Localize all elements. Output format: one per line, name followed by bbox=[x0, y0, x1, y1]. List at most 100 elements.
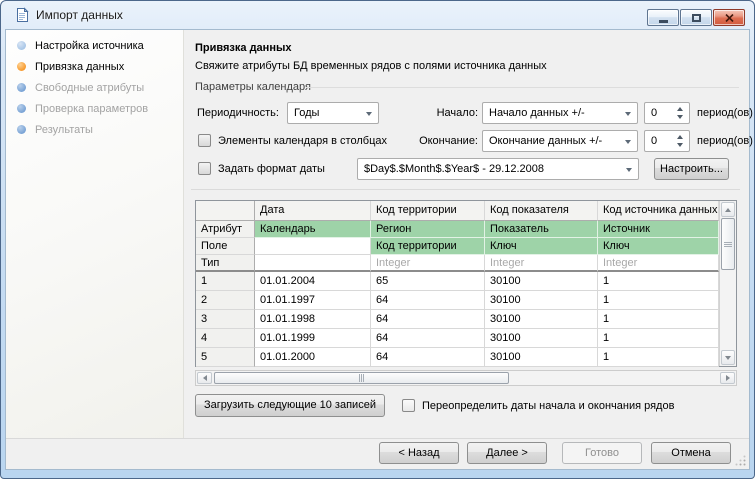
data-cell: 30100 bbox=[485, 310, 598, 329]
column-header-source[interactable]: Код источника данных bbox=[598, 201, 719, 221]
attribute-cell[interactable]: Регион bbox=[371, 221, 485, 238]
vertical-scroll-thumb[interactable] bbox=[721, 218, 735, 270]
minimize-button[interactable] bbox=[647, 9, 679, 26]
cancel-button[interactable]: Отмена bbox=[651, 442, 731, 464]
end-mode-select[interactable]: Окончание данных +/- bbox=[482, 130, 638, 152]
maximize-button[interactable] bbox=[680, 9, 712, 26]
calendar-in-columns-checkbox[interactable] bbox=[198, 134, 211, 147]
attribute-cell[interactable]: Календарь bbox=[255, 221, 371, 238]
scroll-right-icon bbox=[725, 375, 730, 381]
data-cell: 64 bbox=[371, 329, 485, 348]
close-icon bbox=[724, 13, 734, 22]
window-controls bbox=[646, 9, 745, 26]
scroll-left-button[interactable] bbox=[197, 372, 212, 384]
dialog-client-area: Настройка источника Привязка данных Своб… bbox=[5, 29, 753, 470]
mapping-table: Дата Код территории Код показателя Код и… bbox=[195, 200, 737, 367]
step-label: Настройка источника bbox=[35, 39, 144, 52]
step-free-attributes[interactable]: Свободные атрибуты bbox=[6, 77, 183, 98]
titlebar[interactable]: Импорт данных bbox=[1, 1, 754, 29]
section-divider bbox=[191, 189, 740, 190]
vertical-scrollbar[interactable] bbox=[719, 201, 736, 366]
table-row: 2 01.01.1997 64 30100 1 bbox=[196, 291, 736, 310]
horizontal-scroll-thumb[interactable] bbox=[214, 372, 509, 384]
step-data-binding[interactable]: Привязка данных bbox=[6, 56, 183, 77]
attribute-cell[interactable]: Показатель bbox=[485, 221, 598, 238]
date-format-select[interactable]: $Day$.$Month$.$Year$ - 29.12.2008 bbox=[357, 158, 639, 180]
column-header-indicator[interactable]: Код показателя bbox=[485, 201, 598, 221]
spin-down-icon[interactable] bbox=[677, 115, 683, 119]
type-cell: Integer bbox=[598, 255, 719, 272]
override-dates-checkbox[interactable] bbox=[402, 399, 415, 412]
stepper-buttons[interactable] bbox=[674, 105, 686, 121]
data-cell: 1 bbox=[598, 272, 719, 291]
chevron-down-icon bbox=[625, 140, 631, 144]
step-label: Результаты bbox=[35, 123, 93, 136]
start-mode-select[interactable]: Начало данных +/- bbox=[482, 102, 638, 124]
data-cell: 01.01.2004 bbox=[255, 272, 371, 291]
spin-up-icon[interactable] bbox=[677, 107, 683, 111]
column-header-date[interactable]: Дата bbox=[255, 201, 371, 221]
row-number: 4 bbox=[196, 329, 255, 348]
field-cell[interactable]: Код территории bbox=[371, 238, 485, 255]
override-dates-label: Переопределить даты начала и окончания р… bbox=[422, 400, 675, 412]
wizard-footer: < Назад Далее > Готово Отмена bbox=[6, 438, 749, 469]
next-button[interactable]: Далее > bbox=[467, 442, 547, 464]
type-row: Тип Integer Integer Integer bbox=[196, 255, 736, 272]
field-cell[interactable] bbox=[255, 238, 371, 255]
back-button[interactable]: < Назад bbox=[379, 442, 459, 464]
row-number: 1 bbox=[196, 272, 255, 291]
data-cell: 1 bbox=[598, 348, 719, 367]
field-row: Поле Код территории Ключ Ключ bbox=[196, 238, 736, 255]
end-label: Окончание: bbox=[419, 135, 478, 147]
scroll-down-button[interactable] bbox=[721, 350, 735, 365]
date-format-value: $Day$.$Month$.$Year$ - 29.12.2008 bbox=[364, 163, 545, 175]
table-row: 5 01.01.2000 64 30100 1 bbox=[196, 348, 736, 367]
scroll-right-button[interactable] bbox=[720, 372, 735, 384]
date-format-checkbox[interactable] bbox=[198, 162, 211, 175]
finish-button: Готово bbox=[562, 442, 642, 464]
row-number: 5 bbox=[196, 348, 255, 367]
type-cell: Integer bbox=[371, 255, 485, 272]
window-title: Импорт данных bbox=[36, 8, 123, 22]
close-button[interactable] bbox=[713, 9, 745, 26]
periodicity-select[interactable]: Годы bbox=[287, 102, 379, 124]
step-parameter-check[interactable]: Проверка параметров bbox=[6, 98, 183, 119]
type-cell: Integer bbox=[485, 255, 598, 272]
start-label: Начало: bbox=[436, 107, 478, 119]
scroll-up-button[interactable] bbox=[721, 202, 735, 217]
data-cell: 1 bbox=[598, 310, 719, 329]
spin-down-icon[interactable] bbox=[677, 143, 683, 147]
table-row: 4 01.01.1999 64 30100 1 bbox=[196, 329, 736, 348]
load-next-records-button[interactable]: Загрузить следующие 10 записей bbox=[195, 394, 385, 417]
horizontal-scrollbar[interactable] bbox=[195, 370, 737, 386]
thumb-grip bbox=[724, 241, 732, 247]
step-pending-icon bbox=[17, 125, 26, 134]
row-header: Атрибут bbox=[196, 221, 255, 238]
column-header-territory[interactable]: Код территории bbox=[371, 201, 485, 221]
step-label: Привязка данных bbox=[35, 60, 125, 73]
field-cell[interactable]: Ключ bbox=[598, 238, 719, 255]
configure-button[interactable]: Настроить... bbox=[654, 158, 729, 180]
step-label: Проверка параметров bbox=[35, 102, 149, 115]
start-offset-stepper[interactable]: 0 bbox=[644, 102, 690, 124]
stepper-buttons[interactable] bbox=[674, 133, 686, 149]
attribute-row: Атрибут Календарь Регион Показатель Исто… bbox=[196, 221, 736, 238]
scroll-up-icon bbox=[725, 207, 731, 212]
attribute-cell[interactable]: Источник bbox=[598, 221, 719, 238]
resize-grip-icon[interactable] bbox=[735, 455, 747, 467]
end-offset-stepper[interactable]: 0 bbox=[644, 130, 690, 152]
spin-up-icon[interactable] bbox=[677, 135, 683, 139]
data-cell: 64 bbox=[371, 310, 485, 329]
row-number: 3 bbox=[196, 310, 255, 329]
calendar-in-columns-label: Элементы календаря в столбцах bbox=[218, 135, 387, 147]
field-cell[interactable]: Ключ bbox=[485, 238, 598, 255]
end-offset-value: 0 bbox=[651, 135, 658, 147]
step-source-setup[interactable]: Настройка источника bbox=[6, 35, 183, 56]
data-cell: 01.01.2000 bbox=[255, 348, 371, 367]
row-header: Тип bbox=[196, 255, 255, 272]
table-header-row: Дата Код территории Код показателя Код и… bbox=[196, 201, 736, 221]
periodicity-label: Периодичность: bbox=[197, 107, 279, 119]
data-cell: 64 bbox=[371, 291, 485, 310]
step-results[interactable]: Результаты bbox=[6, 119, 183, 140]
corner-cell bbox=[196, 201, 255, 221]
